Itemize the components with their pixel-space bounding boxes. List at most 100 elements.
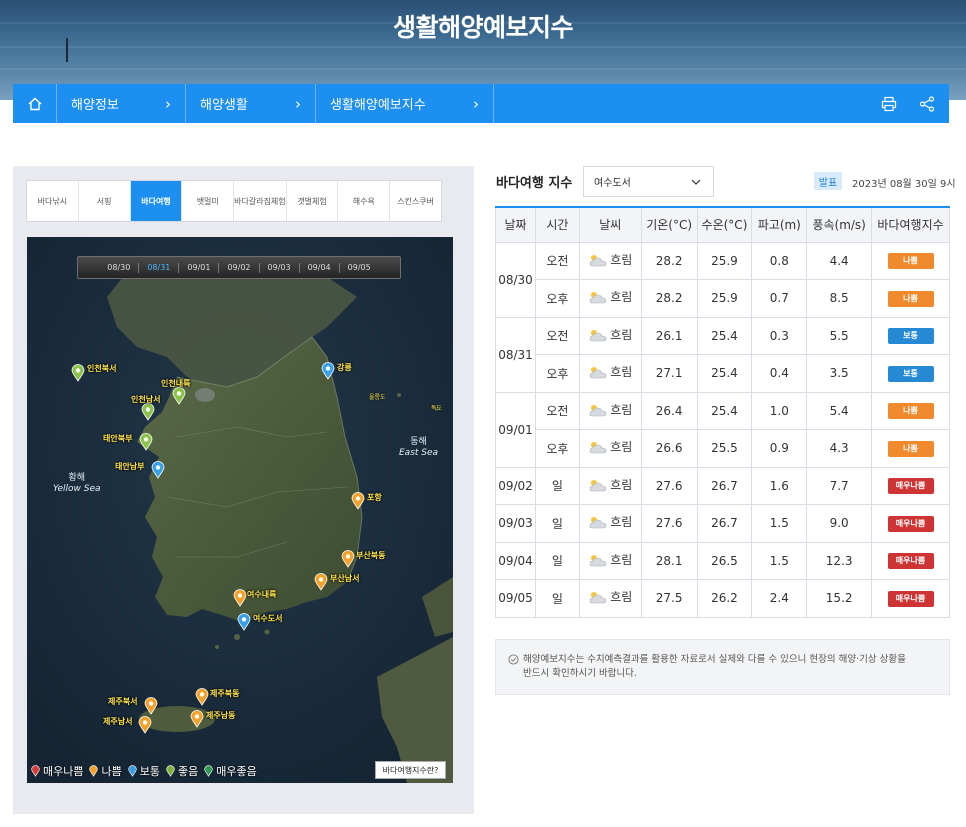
station-pin-bad[interactable]	[233, 589, 247, 607]
station-label[interactable]: 제주남동	[206, 710, 235, 721]
station-label[interactable]: 태안남부	[115, 461, 144, 472]
tab-scuba[interactable]: 스킨스쿠버	[390, 181, 441, 221]
cell-index: 매우나쁨	[871, 541, 950, 580]
cloudy-icon	[589, 292, 607, 304]
cell-date: 09/02	[495, 466, 536, 505]
station-pin-bad[interactable]	[138, 716, 152, 734]
cell-wind: 4.4	[806, 241, 873, 280]
notice-text: 해양예보지수는 수치예측결과를 활용한 자료로서 실제와 다를 수 있으니 현장…	[523, 654, 906, 665]
table-header-row: 날짜 시간 날씨 기온(°C) 수온(°C) 파고(m) 풍속(m/s) 바다여…	[495, 206, 950, 243]
station-pin-bad[interactable]	[351, 492, 365, 510]
station-label[interactable]: 부산북동	[356, 550, 385, 561]
station-pin-bad[interactable]	[144, 697, 158, 715]
station-pin-good[interactable]	[172, 387, 186, 405]
cell-date: 08/30	[495, 241, 536, 318]
station-label[interactable]: 포항	[367, 492, 382, 503]
station-label[interactable]: 여수내륙	[247, 589, 276, 600]
cell-weather: 흐림	[578, 354, 642, 393]
cell-wind: 7.7	[806, 466, 873, 505]
date-option[interactable]: 08/30	[99, 262, 140, 273]
home-button[interactable]	[13, 84, 57, 123]
legend-item: 좋음	[166, 763, 198, 779]
tab-sea-travel[interactable]: 바다여행	[130, 181, 183, 221]
cell-time: 오전	[534, 241, 580, 280]
station-label[interactable]: 제주남서	[103, 716, 132, 727]
index-info-button[interactable]: 바다여행지수란?	[375, 761, 446, 779]
table-row: 09/03 일 흐림 27.6 26.7 1.5 9.0 매우나쁨	[495, 504, 950, 543]
col-wave: 파고(m)	[751, 206, 808, 243]
date-option-active[interactable]: 08/31	[139, 262, 180, 273]
breadcrumb-item-ocean-life[interactable]: 해양생활 ›	[186, 84, 316, 123]
cloudy-icon	[589, 592, 607, 604]
cell-wave: 1.6	[751, 466, 808, 505]
station-pin-good[interactable]	[71, 364, 85, 382]
cell-wind: 5.5	[806, 316, 873, 355]
cell-time: 오후	[534, 354, 580, 393]
cell-time: 오후	[534, 279, 580, 318]
share-icon[interactable]	[919, 95, 935, 112]
date-option[interactable]: 09/04	[300, 262, 340, 273]
cell-wind: 4.3	[806, 429, 873, 468]
region-select[interactable]: 여수도서	[583, 166, 714, 197]
cell-weather: 흐림	[578, 504, 642, 543]
cell-temp: 28.2	[640, 241, 698, 280]
breadcrumb-item-forecast-index[interactable]: 생활해양예보지수 ›	[316, 84, 494, 123]
tab-sea-parting[interactable]: 바다갈라짐체험	[234, 181, 287, 221]
station-pin-normal[interactable]	[237, 613, 251, 631]
station-label[interactable]: 부산남서	[330, 573, 359, 584]
station-label[interactable]: 인천북서	[87, 363, 116, 374]
breadcrumb-label: 생활해양예보지수	[330, 98, 426, 113]
tab-sea-fishing[interactable]: 바다낚시	[27, 181, 79, 221]
station-label[interactable]: 인천남서	[131, 394, 160, 405]
station-pin-normal[interactable]	[321, 362, 335, 380]
station-pin-bad[interactable]	[190, 710, 204, 728]
table-row: 09/01 오전 흐림 26.4 25.4 1.0 5.4 나쁨	[495, 391, 950, 468]
station-pin-bad[interactable]	[341, 550, 355, 568]
cell-wave: 0.8	[751, 241, 808, 280]
cell-weather: 흐림	[578, 316, 642, 355]
cloudy-icon	[589, 254, 607, 267]
station-pin-bad[interactable]	[314, 573, 328, 591]
station-label[interactable]: 인천내륙	[161, 378, 190, 389]
index-badge: 보통	[887, 365, 934, 382]
print-icon[interactable]	[881, 96, 897, 112]
station-label[interactable]: 태안북부	[103, 433, 132, 444]
cell-water-temp: 26.7	[696, 504, 753, 543]
announce-date: 2023년 08월 30일 9시	[852, 179, 956, 190]
station-label[interactable]: 여수도서	[253, 613, 282, 624]
station-label[interactable]: 강릉	[337, 362, 352, 373]
korea-map[interactable]: 08/30 08/31 09/01 09/02 09/03 09/04 09/0…	[27, 237, 453, 783]
station-pin-normal[interactable]	[151, 461, 165, 479]
legend-pin-icon	[31, 765, 40, 777]
tab-surfing[interactable]: 서핑	[79, 181, 131, 221]
cell-temp: 27.1	[640, 354, 698, 393]
station-label[interactable]: 제주북서	[108, 696, 137, 707]
notice-box: 해양예보지수는 수치예측결과를 활용한 자료로서 실제와 다를 수 있으니 현장…	[495, 639, 950, 695]
cell-weather: 흐림	[578, 541, 642, 580]
date-option[interactable]: 09/05	[340, 263, 379, 273]
station-label[interactable]: 제주북동	[210, 688, 239, 699]
page-title: 생활해양예보지수	[392, 13, 574, 42]
tab-mudflat[interactable]: 갯벌체험	[287, 181, 339, 221]
breadcrumb-item-ocean-info[interactable]: 해양정보 ›	[57, 84, 186, 123]
date-option[interactable]: 09/02	[219, 262, 260, 273]
legend-pin-icon	[89, 765, 99, 777]
index-badge: 나쁨	[887, 440, 934, 457]
station-pin-bad[interactable]	[195, 688, 209, 706]
station-pin-good[interactable]	[141, 403, 155, 421]
date-option[interactable]: 09/03	[260, 262, 300, 273]
tab-seasickness[interactable]: 뱃멀미	[182, 181, 235, 221]
index-badge: 보통	[887, 328, 934, 345]
cell-wind: 8.5	[806, 279, 873, 318]
station-pin-good[interactable]	[139, 433, 153, 451]
chevron-right-icon: ›	[165, 94, 171, 113]
cell-wave: 1.5	[751, 541, 808, 580]
cell-date: 09/01	[495, 391, 536, 468]
cell-index: 나쁨	[871, 241, 950, 280]
date-option[interactable]: 09/01	[179, 262, 220, 273]
cell-wind: 5.4	[806, 391, 873, 430]
cell-date: 09/05	[495, 579, 536, 618]
col-index: 바다여행지수	[871, 206, 950, 243]
tab-swimming[interactable]: 해수욕	[338, 181, 391, 221]
cell-temp: 26.6	[640, 429, 698, 468]
